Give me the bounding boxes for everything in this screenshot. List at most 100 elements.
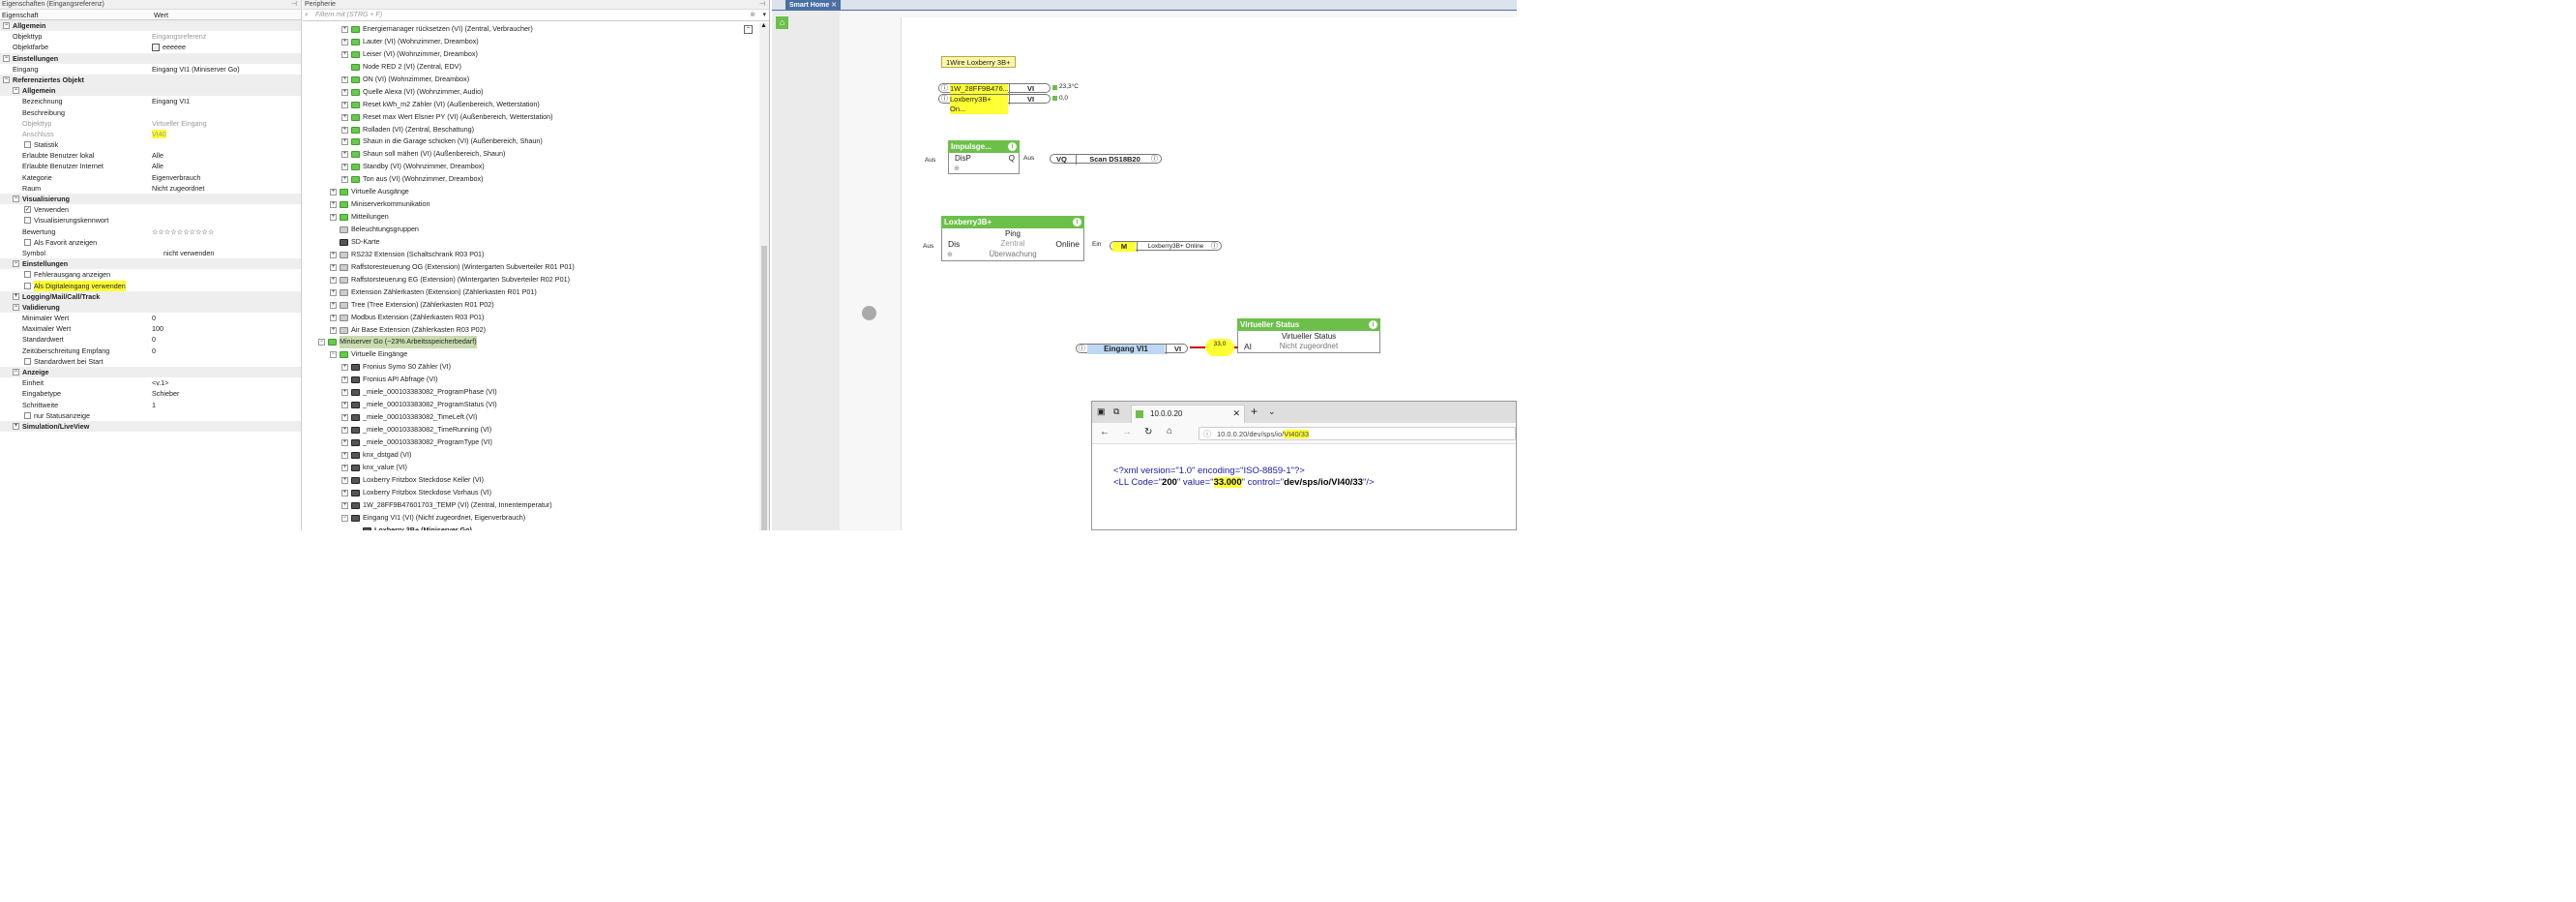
tree-item[interactable]: + Rolladen (VI) (Zentral, Beschattung) — [303, 124, 769, 136]
back-icon[interactable]: ← — [1100, 427, 1110, 437]
checkbox[interactable]: ✓ — [24, 206, 31, 214]
tab-smart-home[interactable]: Smart Home ✕ — [785, 0, 842, 11]
expand-icon[interactable]: − — [330, 351, 337, 359]
tree-item[interactable]: Node RED 2 (VI) (Zentral, EDV) — [303, 61, 769, 74]
comment-1wire[interactable]: 1Wire Loxberry 3B+ — [941, 56, 1016, 68]
tree-item[interactable]: − Eingang VI1 (VI) (Nicht zugeordnet, Eig… — [303, 512, 769, 525]
property-row[interactable]: Fehlerausgang anzeigen — [0, 269, 301, 280]
property-row[interactable]: Zeitüberschreitung Empfang 0 — [0, 346, 301, 356]
property-value[interactable]: nicht verwenden — [163, 248, 214, 258]
reference-loxberry-online[interactable]: ⓘ Loxberry3B+ On... VI — [938, 94, 1051, 114]
property-value[interactable]: Schieber — [152, 388, 179, 399]
tree-item[interactable]: +1W_28FF9B47601703_TEMP (VI) (Zentral, I… — [303, 499, 769, 512]
pin-icon[interactable]: ⊣ — [759, 0, 765, 10]
expand-icon[interactable]: + — [341, 501, 348, 509]
property-row[interactable]: Symbol nicht verwenden — [0, 248, 301, 258]
info-icon[interactable]: ⓘ — [1211, 242, 1218, 252]
property-row[interactable]: Erlaubte Benutzer Internet Alle — [0, 161, 301, 171]
tree-item[interactable]: + Raffstoresteuerung OG (Extension) (Wint… — [303, 261, 769, 274]
checkbox[interactable] — [24, 282, 31, 289]
expand-icon[interactable]: + — [341, 376, 348, 384]
property-section[interactable]: + Logging/Mail/Call/Track — [0, 290, 301, 302]
property-row[interactable]: Schrittweite 1 — [0, 400, 301, 410]
output-port[interactable] — [1052, 96, 1057, 101]
tree-item[interactable]: + Fronius API Abfrage (VI) — [303, 374, 769, 386]
property-row[interactable]: Kategorie Eigenverbrauch — [0, 172, 301, 183]
tree-item[interactable]: + Extension Zählerkasten (Extension) (Zäh… — [303, 286, 769, 299]
info-icon[interactable]: ⓘ — [1151, 155, 1158, 165]
expand-icon[interactable]: − — [3, 75, 10, 83]
tree-item[interactable]: + _miele_000103383082_TimeRunning (VI) — [303, 424, 769, 436]
tree-item[interactable]: + Reset max Wert Elsner PY (VI) (Außenber… — [303, 111, 769, 124]
property-value[interactable]: <v.1> — [152, 377, 168, 388]
property-value[interactable]: Alle — [152, 150, 163, 161]
expand-icon[interactable]: + — [13, 422, 19, 430]
expand-icon[interactable]: + — [330, 301, 337, 309]
tree-item[interactable]: + Loxberry Fritzbox Steckdose Vorhaus (VI… — [303, 487, 769, 499]
tree-item[interactable]: + Shaun soll mähen (VI) (Außenbereich, Sh… — [303, 148, 769, 161]
property-row[interactable]: Standardwert 0 — [0, 334, 301, 345]
expand-icon[interactable]: + — [341, 138, 348, 146]
expand-icon[interactable]: − — [318, 339, 325, 346]
property-section[interactable]: − Anzeige — [0, 367, 301, 378]
info-icon[interactable]: i — [1073, 218, 1081, 226]
tree-item[interactable]: + Energiemanager rücksetzen (VI) (Zentral… — [303, 23, 769, 36]
property-row[interactable]: Standardwert bei Start — [0, 356, 301, 367]
url-bar[interactable]: ⓘ 10.0.0.20/dev/sps/io/VI40/33 — [1199, 427, 1516, 440]
property-value[interactable]: VI40 — [152, 129, 166, 139]
tree-item[interactable]: + Virtuelle Ausgänge — [303, 186, 769, 198]
drag-handle[interactable] — [862, 306, 876, 320]
expand-icon[interactable]: + — [341, 75, 348, 83]
expand-icon[interactable]: + — [341, 464, 348, 471]
expand-icon[interactable]: − — [13, 260, 19, 268]
property-section[interactable]: + Simulation/LiveView — [0, 420, 301, 433]
property-section[interactable]: − Einstellungen — [0, 52, 301, 64]
home-icon[interactable]: ⌂ — [1167, 426, 1172, 436]
add-icon[interactable]: ⊕ — [947, 250, 953, 258]
property-value[interactable]: 1 — [152, 400, 156, 410]
property-value[interactable]: Alle — [152, 161, 163, 171]
expand-icon[interactable]: + — [341, 50, 348, 58]
expand-icon[interactable]: + — [341, 451, 348, 459]
impulse-block[interactable]: Impulsge... i DisP Q ⊕ — [948, 140, 1020, 174]
color-swatch[interactable] — [152, 44, 160, 52]
expand-icon[interactable]: − — [3, 54, 10, 62]
tree-item[interactable]: + knx_dstgad (VI) — [303, 449, 769, 462]
expand-icon[interactable]: + — [330, 214, 337, 222]
property-row[interactable]: Erlaubte Benutzer lokal Alle — [0, 150, 301, 161]
property-value[interactable]: 0 — [152, 313, 156, 323]
property-value[interactable]: Eigenverbrauch — [152, 172, 200, 183]
expand-icon[interactable]: + — [341, 489, 348, 496]
expand-icon[interactable]: + — [330, 276, 337, 284]
filter-dropdown-icon[interactable]: ▾ — [762, 10, 766, 21]
tree-item[interactable]: Loxberry 3B+ (Miniserver Go) — [303, 525, 769, 530]
tree-item[interactable]: + ON (VI) (Wohnzimmer, Dreambox) — [303, 74, 769, 86]
expand-icon[interactable]: − — [3, 22, 10, 29]
loxberry-block[interactable]: Loxberry3B+ i Ping Dis Zentral Online Übe… — [941, 216, 1084, 261]
expand-icon[interactable]: + — [341, 101, 348, 108]
property-section[interactable]: − Referenziertes Objekt — [0, 74, 301, 86]
collapse-all-icon[interactable]: − — [744, 25, 753, 34]
property-value[interactable]: 0 — [152, 334, 156, 345]
tree-item[interactable]: + Fronius Symo S0 Zähler (VI) — [303, 361, 769, 374]
property-row[interactable]: ✓ Verwenden — [0, 204, 301, 215]
reload-icon[interactable]: ↻ — [1144, 427, 1152, 437]
expand-icon[interactable]: + — [341, 414, 348, 422]
property-value[interactable]: Eingang VI1 (Miniserver Go) — [152, 64, 240, 75]
virtual-output-scan[interactable]: VQ Scan DS18B20 ⓘ — [1050, 154, 1162, 165]
checkbox[interactable] — [24, 217, 31, 225]
tree-item[interactable]: + Quelle Alexa (VI) (Wohnzimmer, Audio) — [303, 86, 769, 99]
scroll-up-icon[interactable]: ▲ — [760, 22, 767, 29]
tree-item[interactable]: Beleuchtungsgruppen — [303, 224, 769, 236]
expand-icon[interactable]: + — [330, 326, 337, 334]
property-row[interactable]: Eingabetype Schieber — [0, 388, 301, 399]
expand-icon[interactable]: − — [13, 303, 19, 311]
filter-input[interactable]: Filtern mit (STRG + F) ⌕ ⊗ ▾ — [303, 10, 769, 21]
add-icon[interactable]: ⊕ — [954, 164, 960, 172]
property-value[interactable]: Nicht zugeordnet — [152, 183, 204, 194]
property-row[interactable]: Anschluss VI40 — [0, 129, 301, 139]
info-icon[interactable]: i — [1008, 142, 1017, 151]
pin-icon[interactable]: ⊣ — [291, 0, 297, 10]
expand-icon[interactable]: + — [13, 292, 19, 300]
property-row[interactable]: Objektfarbe eeeeee — [0, 42, 301, 52]
